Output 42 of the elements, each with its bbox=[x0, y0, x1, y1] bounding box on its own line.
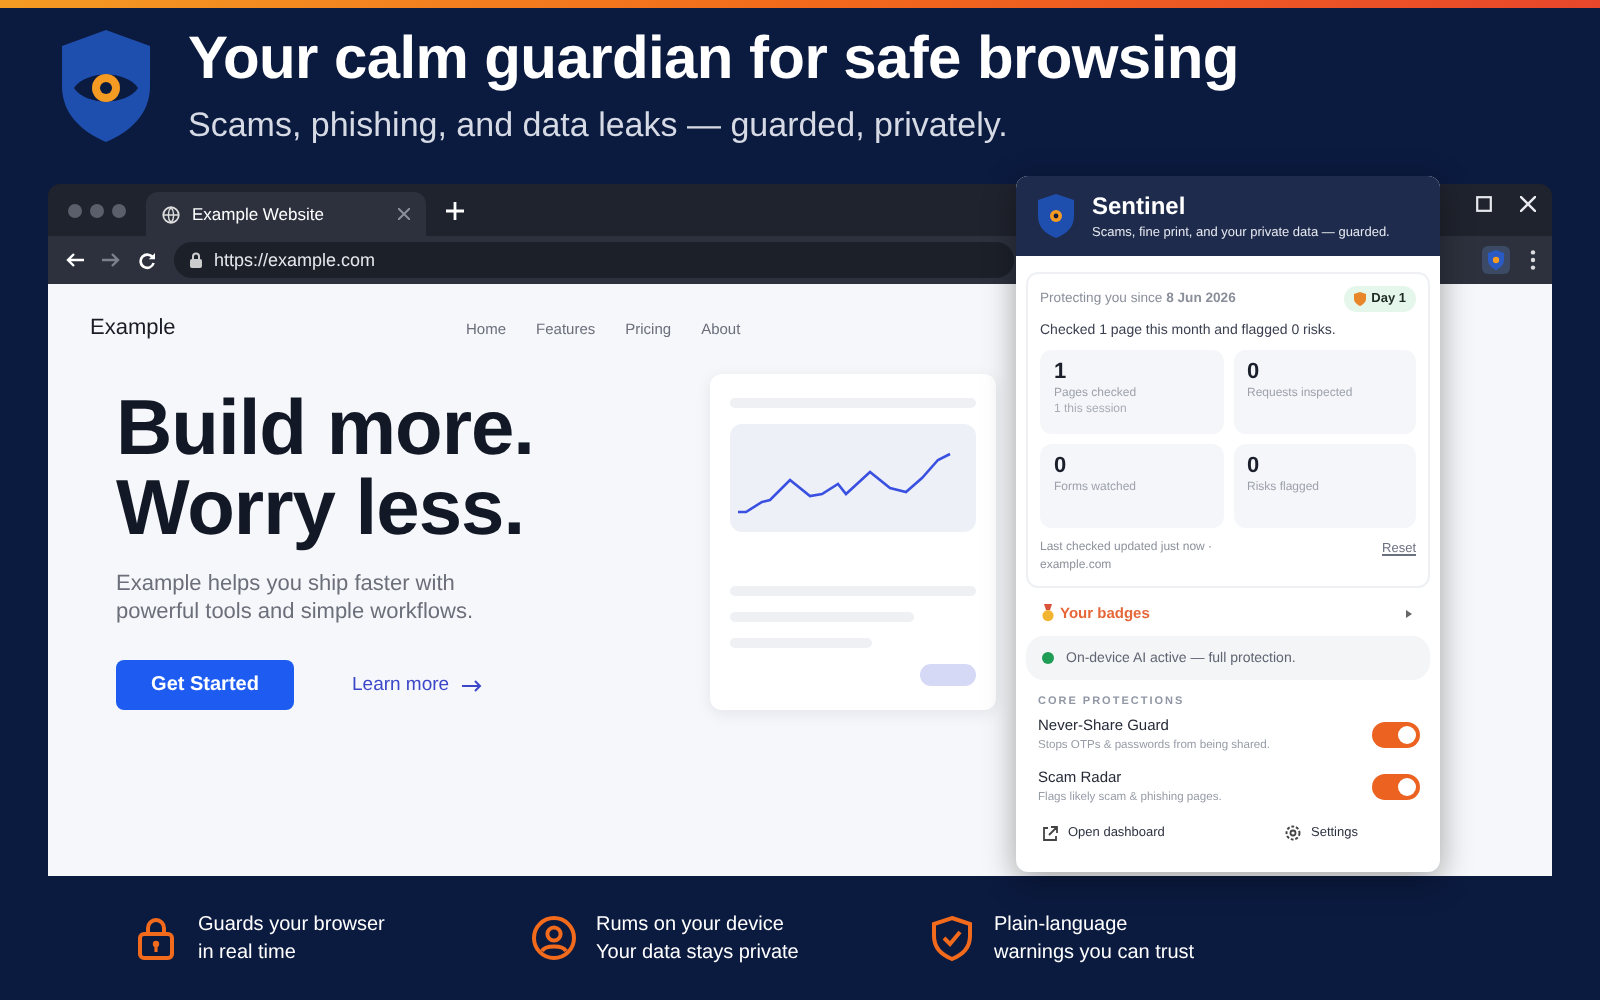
hero-headline: Build more. Worry less. bbox=[116, 390, 537, 550]
feature-title: Plain-language bbox=[994, 913, 1130, 935]
stat-value: 0 bbox=[1054, 454, 1069, 478]
get-started-button[interactable]: Get Started bbox=[116, 660, 294, 710]
url-text: https://example.com bbox=[214, 250, 376, 270]
lock-icon bbox=[190, 252, 202, 268]
maximize-icon[interactable] bbox=[1476, 196, 1492, 212]
browser-tab[interactable]: Example Website bbox=[146, 192, 426, 236]
toggle-switch[interactable] bbox=[1372, 721, 1420, 747]
medal-icon bbox=[1042, 604, 1054, 622]
extension-button[interactable] bbox=[1482, 246, 1510, 274]
globe-icon bbox=[162, 205, 180, 223]
feature-text: in real time bbox=[198, 941, 298, 963]
external-link-icon bbox=[1042, 825, 1058, 841]
site-logo[interactable]: Example bbox=[90, 316, 466, 340]
forward-icon[interactable] bbox=[102, 252, 120, 268]
learn-more-link[interactable]: Learn more bbox=[352, 674, 482, 696]
feature-title: Guards your browser bbox=[198, 913, 385, 935]
shield-eye-logo bbox=[1036, 192, 1076, 240]
hero-text: Example helps you ship faster with powerful tools and simple workflows. bbox=[116, 570, 476, 626]
status-dot bbox=[1042, 652, 1054, 664]
feature-title: Rums on your device bbox=[596, 913, 786, 935]
page-title: Your calm guardian for safe browsing bbox=[188, 26, 1239, 94]
feature-text: warnings you can trust bbox=[994, 941, 1195, 963]
stat-value: 0 bbox=[1247, 454, 1262, 478]
settings-icon bbox=[1283, 824, 1301, 842]
menu-icon[interactable] bbox=[1530, 250, 1536, 270]
address-bar[interactable]: https://example.com bbox=[174, 242, 1014, 278]
person-icon bbox=[530, 914, 578, 962]
caret-icon bbox=[1406, 609, 1412, 617]
reload-icon[interactable] bbox=[138, 251, 156, 269]
arrow-icon bbox=[461, 679, 482, 691]
page-subtitle: Scams, phishing, and data leaks — guarded, privately. bbox=[188, 106, 1010, 146]
shield-eye-logo bbox=[56, 26, 156, 146]
lock-icon bbox=[132, 914, 180, 962]
feature-text: Your data stays private bbox=[596, 941, 799, 963]
toggle-switch[interactable] bbox=[1372, 773, 1420, 799]
stat-value: 0 bbox=[1247, 360, 1262, 384]
popup-title: Sentinel bbox=[1092, 192, 1188, 220]
back-icon[interactable] bbox=[66, 252, 84, 268]
stat-value: 1 bbox=[1054, 360, 1069, 384]
shield-check-icon bbox=[928, 914, 976, 962]
